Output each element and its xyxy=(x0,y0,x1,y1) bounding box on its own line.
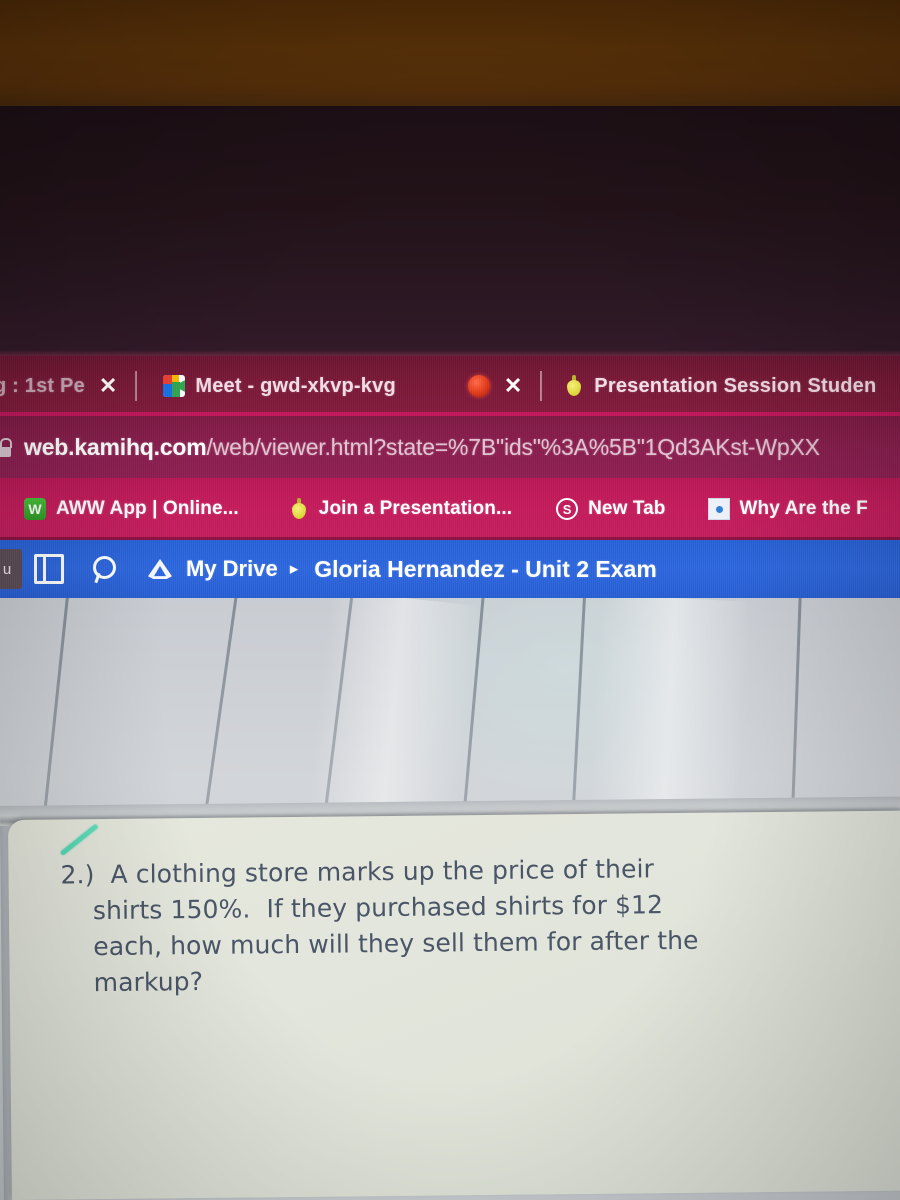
photo-of-laptop-screen: g : 1st Pe ✕ Meet - gwd-xkvp-kvg ✕ Prese… xyxy=(0,0,900,1200)
tab-divider xyxy=(540,371,543,401)
question-line-3: each, how much will they sell them for a… xyxy=(93,925,699,962)
my-drive-link[interactable]: My Drive xyxy=(186,556,278,582)
browser-tab-3[interactable]: Presentation Session Studen xyxy=(564,356,876,416)
bookmark-new-tab[interactable]: New Tab xyxy=(556,498,665,520)
lock-icon xyxy=(0,437,12,457)
tab-close-icon[interactable]: ✕ xyxy=(99,375,117,397)
bookmarks-bar: W AWW App | Online... Join a Presentatio… xyxy=(0,478,900,540)
aww-app-icon: W xyxy=(24,498,46,520)
url-host: web.kamihq.com xyxy=(24,433,207,460)
google-drive-icon[interactable] xyxy=(146,556,174,582)
tab-close-icon[interactable]: ✕ xyxy=(504,375,522,397)
chevron-right-icon: ▸ xyxy=(289,559,299,578)
pear-deck-icon xyxy=(289,498,309,520)
sidebar-panel-icon[interactable] xyxy=(34,554,64,584)
url-text: web.kamihq.com/web/viewer.html?state=%7B… xyxy=(24,434,820,461)
browser-tab-2[interactable]: Meet - gwd-xkvp-kvg ✕ xyxy=(163,356,534,416)
kami-menu-button[interactable]: u xyxy=(0,549,22,589)
bookmark-label: AWW App | Online... xyxy=(56,498,239,519)
address-bar[interactable]: web.kamihq.com/web/viewer.html?state=%7B… xyxy=(0,416,900,478)
pear-deck-icon xyxy=(564,375,584,397)
swirl-icon xyxy=(556,498,579,520)
bookmark-aww-app[interactable]: W AWW App | Online... xyxy=(24,498,239,520)
bookmark-label: New Tab xyxy=(588,498,666,519)
question-line-4: markup? xyxy=(93,966,204,998)
document-title: Gloria Hernandez - Unit 2 Exam xyxy=(314,555,657,582)
bookmark-join-a-presentation[interactable]: Join a Presentation... xyxy=(289,498,512,520)
search-icon[interactable] xyxy=(90,554,120,584)
browser-tab-strip: g : 1st Pe ✕ Meet - gwd-xkvp-kvg ✕ Prese… xyxy=(0,356,900,416)
bookmark-label: Why Are the F xyxy=(739,498,868,519)
tab-title: Meet - gwd-xkvp-kvg xyxy=(195,374,396,397)
question-text: 2.) A clothing store marks up the price … xyxy=(60,850,761,1001)
green-highlight-annotation[interactable] xyxy=(59,823,99,857)
tab-title: Presentation Session Studen xyxy=(594,374,877,397)
recording-dot-icon xyxy=(467,375,490,397)
url-path: /web/viewer.html?state=%7B"ids"%3A%5B"1Q… xyxy=(206,433,820,460)
kami-app-toolbar: u My Drive ▸ Gloria Hernandez - Unit 2 E… xyxy=(0,540,900,598)
tab-divider xyxy=(135,371,138,401)
document-page[interactable]: 2.) A clothing store marks up the price … xyxy=(8,810,900,1200)
bookmark-why-are-the-f[interactable]: Why Are the F xyxy=(707,498,868,520)
tab-title: g : 1st Pe xyxy=(0,374,85,397)
room-background-brown-band xyxy=(0,0,900,106)
google-meet-icon xyxy=(163,375,186,397)
browser-tab-1[interactable]: g : 1st Pe ✕ xyxy=(0,356,129,416)
bookmark-label: Join a Presentation... xyxy=(318,498,513,519)
screen-dark-area xyxy=(0,106,900,356)
page-icon xyxy=(707,498,730,520)
